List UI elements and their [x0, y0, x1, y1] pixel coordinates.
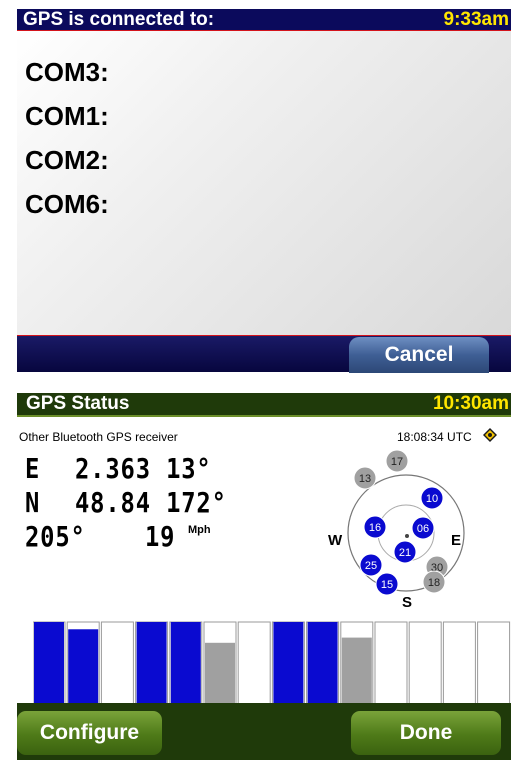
sky-satellites: 13171016 062125153018: [353, 449, 449, 596]
configure-button[interactable]: Configure: [17, 711, 162, 755]
speed-unit: Mph: [188, 524, 211, 536]
sky-satellite-label: 06: [417, 523, 429, 535]
compass-east: E: [451, 532, 461, 549]
sky-satellite-label: 16: [369, 522, 381, 534]
title-bar: GPS Status 10:30am: [17, 393, 511, 417]
gps-status-screen: GPS Status 10:30am Other Bluetooth GPS r…: [17, 393, 511, 760]
sky-satellite-label: 17: [391, 456, 403, 468]
port-list: COM3: COM1: COM2: COM6:: [17, 31, 511, 336]
status-body: Other Bluetooth GPS receiver 18:08:34 UT…: [17, 417, 511, 727]
receiver-name: Other Bluetooth GPS receiver: [19, 430, 178, 444]
title-bar: GPS is connected to: 9:33am: [17, 9, 511, 31]
longitude-direction: E: [25, 452, 41, 485]
clock: 10:30am: [432, 393, 509, 414]
sky-satellite-label: 13: [359, 473, 371, 485]
latitude-direction: N: [25, 486, 41, 519]
gps-connected-dialog: GPS is connected to: 9:33am COM3: COM1: …: [17, 9, 511, 373]
screen-title: GPS Status: [26, 393, 130, 414]
sky-satellite-label: 10: [426, 493, 438, 505]
port-item-com3[interactable]: COM3:: [25, 57, 109, 88]
compass-south: S: [402, 594, 412, 611]
port-item-com1[interactable]: COM1:: [25, 101, 109, 132]
latitude-value: 48.84 172°: [75, 486, 227, 519]
dialog-title: GPS is connected to:: [23, 9, 215, 30]
sky-satellite-label: 18: [428, 577, 440, 589]
port-item-com6[interactable]: COM6:: [25, 189, 109, 220]
speed-value: 19: [145, 520, 176, 553]
satellite-sky-plot: W E S 13171016 062125153018: [328, 449, 465, 611]
port-item-com2[interactable]: COM2:: [25, 145, 109, 176]
satellite-icon: [483, 428, 497, 442]
longitude-value: 2.363 13°: [75, 452, 212, 485]
compass-west: W: [328, 532, 343, 549]
cancel-button[interactable]: Cancel: [349, 337, 489, 373]
heading-value: 205°: [25, 520, 86, 553]
clock: 9:33am: [443, 9, 510, 30]
done-button[interactable]: Done: [351, 711, 501, 755]
sky-satellite-label: 21: [399, 547, 411, 559]
button-bar: Cancel: [17, 336, 511, 373]
sky-satellite-label: 25: [365, 560, 377, 572]
button-bar: Configure Done: [17, 703, 511, 760]
sky-center-dot: [405, 534, 409, 538]
sky-satellite-label: 15: [381, 579, 393, 591]
